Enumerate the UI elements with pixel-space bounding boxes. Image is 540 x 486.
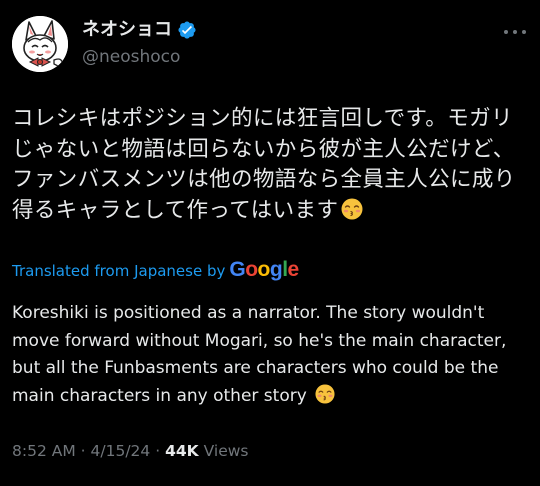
views-label: Views bbox=[203, 442, 249, 460]
avatar[interactable] bbox=[12, 16, 68, 72]
author-display-name[interactable]: ネオショコ bbox=[82, 18, 172, 42]
verified-badge-icon bbox=[177, 20, 197, 40]
translation-attribution: Translated from Japanese by Google bbox=[12, 258, 299, 283]
kissing-face-emoji-icon bbox=[341, 198, 363, 220]
google-logo: Google bbox=[229, 258, 299, 281]
post-meta: 8:52 AM · 4/15/24 · 44K Views bbox=[12, 440, 249, 462]
author-name-row: ネオショコ bbox=[82, 18, 197, 42]
post-date[interactable]: 4/15/24 bbox=[91, 442, 151, 460]
kissing-face-emoji-icon bbox=[315, 383, 337, 406]
translated-from-label[interactable]: Translated from Japanese by bbox=[12, 259, 225, 283]
fox-character-avatar-icon bbox=[12, 16, 68, 72]
more-options-icon[interactable] bbox=[504, 22, 526, 42]
translation-text: Koreshiki is positioned as a narrator. T… bbox=[12, 300, 536, 410]
translation-text-content: Koreshiki is positioned as a narrator. T… bbox=[12, 303, 507, 406]
post-text: コレシキはポジション的には狂言回しです。モガリ じゃないと物語は回らないから彼が… bbox=[12, 104, 534, 226]
meta-separator-2: · bbox=[155, 442, 161, 460]
post-time[interactable]: 8:52 AM bbox=[12, 442, 76, 460]
author-handle[interactable]: @neoshoco bbox=[82, 46, 180, 68]
post-text-content: コレシキはポジション的には狂言回しです。モガリ じゃないと物語は回らないから彼が… bbox=[12, 106, 516, 223]
meta-separator: · bbox=[80, 442, 86, 460]
views-count[interactable]: 44K bbox=[165, 442, 199, 460]
post: ネオショコ @neoshoco コレシキはポジション的には狂言回しです。モガリ … bbox=[0, 0, 540, 486]
